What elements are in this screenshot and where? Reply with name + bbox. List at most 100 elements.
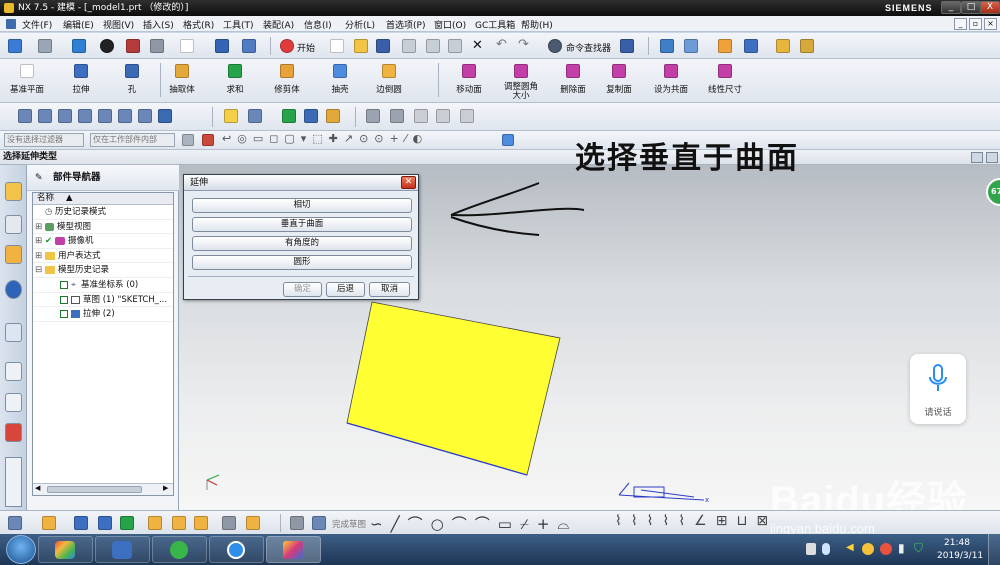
- checkbox-icon[interactable]: [60, 310, 68, 319]
- menu-assembly[interactable]: 装配(A): [263, 18, 294, 31]
- copy-face-button[interactable]: 复制面: [591, 83, 647, 95]
- layer-icon[interactable]: [180, 39, 194, 53]
- cut-icon[interactable]: [402, 39, 416, 53]
- new-file-icon[interactable]: [330, 39, 344, 53]
- option-circular-button[interactable]: 圆形: [192, 255, 412, 270]
- scope-select[interactable]: 仅在工作部件内部: [90, 133, 175, 147]
- expand-icon[interactable]: ⊞: [35, 234, 42, 248]
- measure-icon[interactable]: [776, 39, 790, 53]
- linear-dimension-button[interactable]: 线性尺寸: [697, 83, 753, 95]
- checkbox-icon[interactable]: [60, 295, 68, 304]
- clock-date[interactable]: 2019/3/11: [937, 551, 983, 561]
- cancel-button[interactable]: 取消: [369, 282, 410, 297]
- hide-icon[interactable]: [150, 39, 164, 53]
- constraint-tools-row[interactable]: ⌇⌇⌇⌇⌇∠⊞⊔⊠: [615, 513, 777, 529]
- doc-minimize-button[interactable]: _: [954, 18, 967, 30]
- play-icon[interactable]: [744, 39, 758, 53]
- scroll-right-icon[interactable]: ▶: [163, 484, 168, 492]
- surface-icon-3[interactable]: [58, 109, 72, 123]
- clock-time[interactable]: 21:48: [944, 538, 970, 548]
- cube-select-icon[interactable]: [502, 134, 514, 146]
- extrude-button[interactable]: 拉伸: [53, 83, 109, 95]
- shell-button[interactable]: 抽壳: [312, 83, 368, 95]
- unite-button[interactable]: 求和: [207, 83, 263, 95]
- menu-info[interactable]: 信息(I): [304, 18, 332, 31]
- maximize-button[interactable]: □: [961, 1, 981, 14]
- snap-points-row[interactable]: ↩◎▭◻▢▾⬚✚↗⊙⊙+⁄◐: [222, 132, 428, 145]
- resource-scrollbar[interactable]: [5, 457, 22, 507]
- motion-icon[interactable]: [718, 39, 732, 53]
- copy-icon[interactable]: [426, 39, 440, 53]
- expand-icon[interactable]: ⊞: [35, 249, 42, 263]
- command-finder-button[interactable]: 命令查找器: [566, 41, 611, 54]
- extract-body-icon[interactable]: [175, 64, 189, 78]
- grid2-icon[interactable]: [390, 109, 404, 123]
- bottom-icon-9[interactable]: [222, 516, 236, 530]
- move-face-button[interactable]: 移动面: [441, 83, 497, 95]
- collapse-icon[interactable]: ⊟: [35, 263, 42, 277]
- ok-button[interactable]: 确定: [283, 282, 322, 297]
- finish-sketch-button[interactable]: 完成草图: [332, 518, 366, 530]
- network-icon[interactable]: ▮: [898, 541, 905, 555]
- grid-icon[interactable]: [366, 109, 380, 123]
- panel-restore-icon[interactable]: [986, 152, 998, 163]
- shell-icon[interactable]: [333, 64, 347, 78]
- option-tangent-button[interactable]: 相切: [192, 198, 412, 213]
- filter-icon[interactable]: [182, 134, 194, 146]
- menu-preferences[interactable]: 首选项(P): [386, 18, 425, 31]
- tray-app-2-icon[interactable]: [880, 543, 892, 555]
- ruler-icon[interactable]: [800, 39, 814, 53]
- surface-icon-6[interactable]: [118, 109, 132, 123]
- assembly-navigator-tab-icon[interactable]: [5, 215, 22, 234]
- palettes-tab-icon[interactable]: [5, 423, 22, 442]
- option-angled-button[interactable]: 有角度的: [192, 236, 412, 251]
- tree-row-extrude[interactable]: 拉伸 (2): [33, 307, 173, 322]
- show-desktop-button[interactable]: [988, 534, 1000, 565]
- triangle-icon[interactable]: [414, 109, 428, 123]
- boolean-icon[interactable]: [304, 109, 318, 123]
- checkbox-icon[interactable]: [60, 281, 68, 289]
- edge-blend-button[interactable]: 边倒圆: [361, 83, 417, 95]
- part-navigator-tab-icon[interactable]: [5, 182, 22, 201]
- surface-icon-1[interactable]: [18, 109, 32, 123]
- menu-view[interactable]: 视图(V): [103, 18, 134, 31]
- doc-restore-button[interactable]: ▫: [969, 18, 982, 30]
- extrude-icon[interactable]: [74, 64, 88, 78]
- bottom-icon-1[interactable]: [8, 516, 22, 530]
- bottom-icon-7[interactable]: [172, 516, 186, 530]
- bottom-icon-4[interactable]: [98, 516, 112, 530]
- menu-window[interactable]: 窗口(O): [434, 18, 466, 31]
- start-button[interactable]: [6, 535, 36, 564]
- bottom-icon-5[interactable]: [120, 516, 134, 530]
- bottom-icon-2[interactable]: [42, 516, 56, 530]
- tree-row-datum-csys[interactable]: ⌖ 基准坐标系 (0): [33, 278, 173, 293]
- trim-body-button[interactable]: 修剪体: [259, 83, 315, 95]
- linear-dimension-icon[interactable]: [718, 64, 732, 78]
- shield-icon[interactable]: ⛉: [914, 541, 923, 556]
- info-icon[interactable]: [620, 39, 634, 53]
- layout-icon[interactable]: [460, 109, 474, 123]
- mic-tray-icon[interactable]: [822, 543, 830, 555]
- menu-help[interactable]: 帮助(H): [521, 18, 553, 31]
- start-icon[interactable]: [280, 39, 294, 53]
- surface-icon-4[interactable]: [78, 109, 92, 123]
- merge-icon[interactable]: [326, 109, 340, 123]
- resize-blend-icon[interactable]: [514, 64, 528, 78]
- block-icon[interactable]: [436, 109, 450, 123]
- view-icon[interactable]: [242, 39, 256, 53]
- taskbar-app-nx[interactable]: [266, 536, 321, 563]
- taskbar-app-1[interactable]: [38, 536, 93, 563]
- bottom-icon-8[interactable]: [194, 516, 208, 530]
- component-icon[interactable]: [684, 39, 698, 53]
- web-browser-tab-icon[interactable]: [5, 280, 22, 299]
- extract-body-button[interactable]: 抽取体: [154, 83, 210, 95]
- tree-row-history-mode[interactable]: ◷ 历史记录模式: [33, 205, 173, 220]
- bottom-icon-3[interactable]: [74, 516, 88, 530]
- menu-format[interactable]: 格式(R): [183, 18, 214, 31]
- sketch-icon-2[interactable]: [312, 516, 326, 530]
- type-filter-select[interactable]: 没有选择过滤器: [4, 133, 84, 147]
- mesh-icon[interactable]: [248, 109, 262, 123]
- render-icon[interactable]: [100, 39, 114, 53]
- history-tab-icon[interactable]: [5, 323, 22, 342]
- datum-plane-icon[interactable]: [20, 64, 34, 78]
